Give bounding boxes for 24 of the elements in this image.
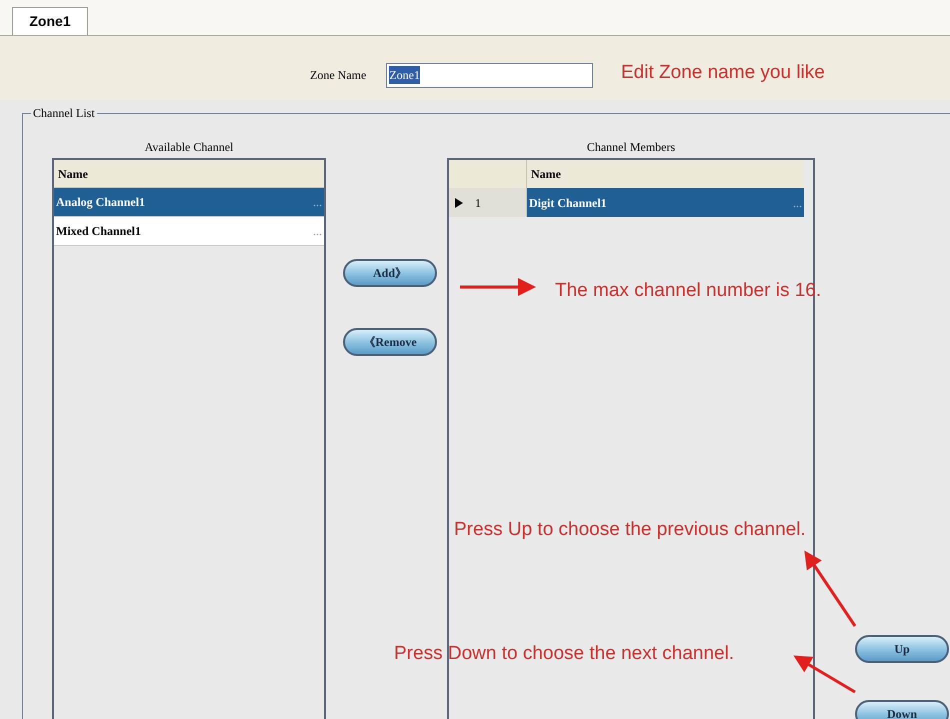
pill-button[interactable]: Down	[855, 700, 949, 719]
column-header: Name	[527, 160, 804, 188]
row-number: 1	[475, 194, 481, 212]
annotation-text: Press Down to choose the next channel.	[394, 642, 734, 666]
field-label: Zone Name	[310, 67, 366, 84]
channel-name: Digit Channel1	[529, 194, 607, 212]
list-title: Channel Members	[586, 139, 676, 156]
list-row[interactable]: Mixed Channel1 ...	[54, 217, 324, 246]
pill-button[interactable]: Add》	[343, 259, 437, 287]
pill-button[interactable]: 《Remove	[343, 328, 437, 356]
current-row-icon	[455, 198, 463, 208]
list-row[interactable]: Analog Channel1 ...	[54, 188, 324, 217]
annotation-text: Edit Zone name you like	[621, 61, 825, 85]
annotation-text: Press Up to choose the previous channel.	[454, 518, 806, 542]
list-title: Available Channel	[144, 139, 234, 156]
annotation-arrow	[793, 655, 856, 694]
column-header: Name	[54, 160, 324, 188]
channel-name: Mixed Channel1	[56, 223, 142, 240]
list-row[interactable]: Digit Channel1 ...	[527, 188, 804, 217]
channel-name: Analog Channel1	[56, 194, 146, 211]
input-field[interactable]: Zone1	[386, 62, 594, 88]
pill-button[interactable]: Up	[855, 635, 949, 663]
row-header[interactable]: 1	[449, 188, 527, 217]
tab[interactable]: Zone1	[12, 7, 88, 35]
